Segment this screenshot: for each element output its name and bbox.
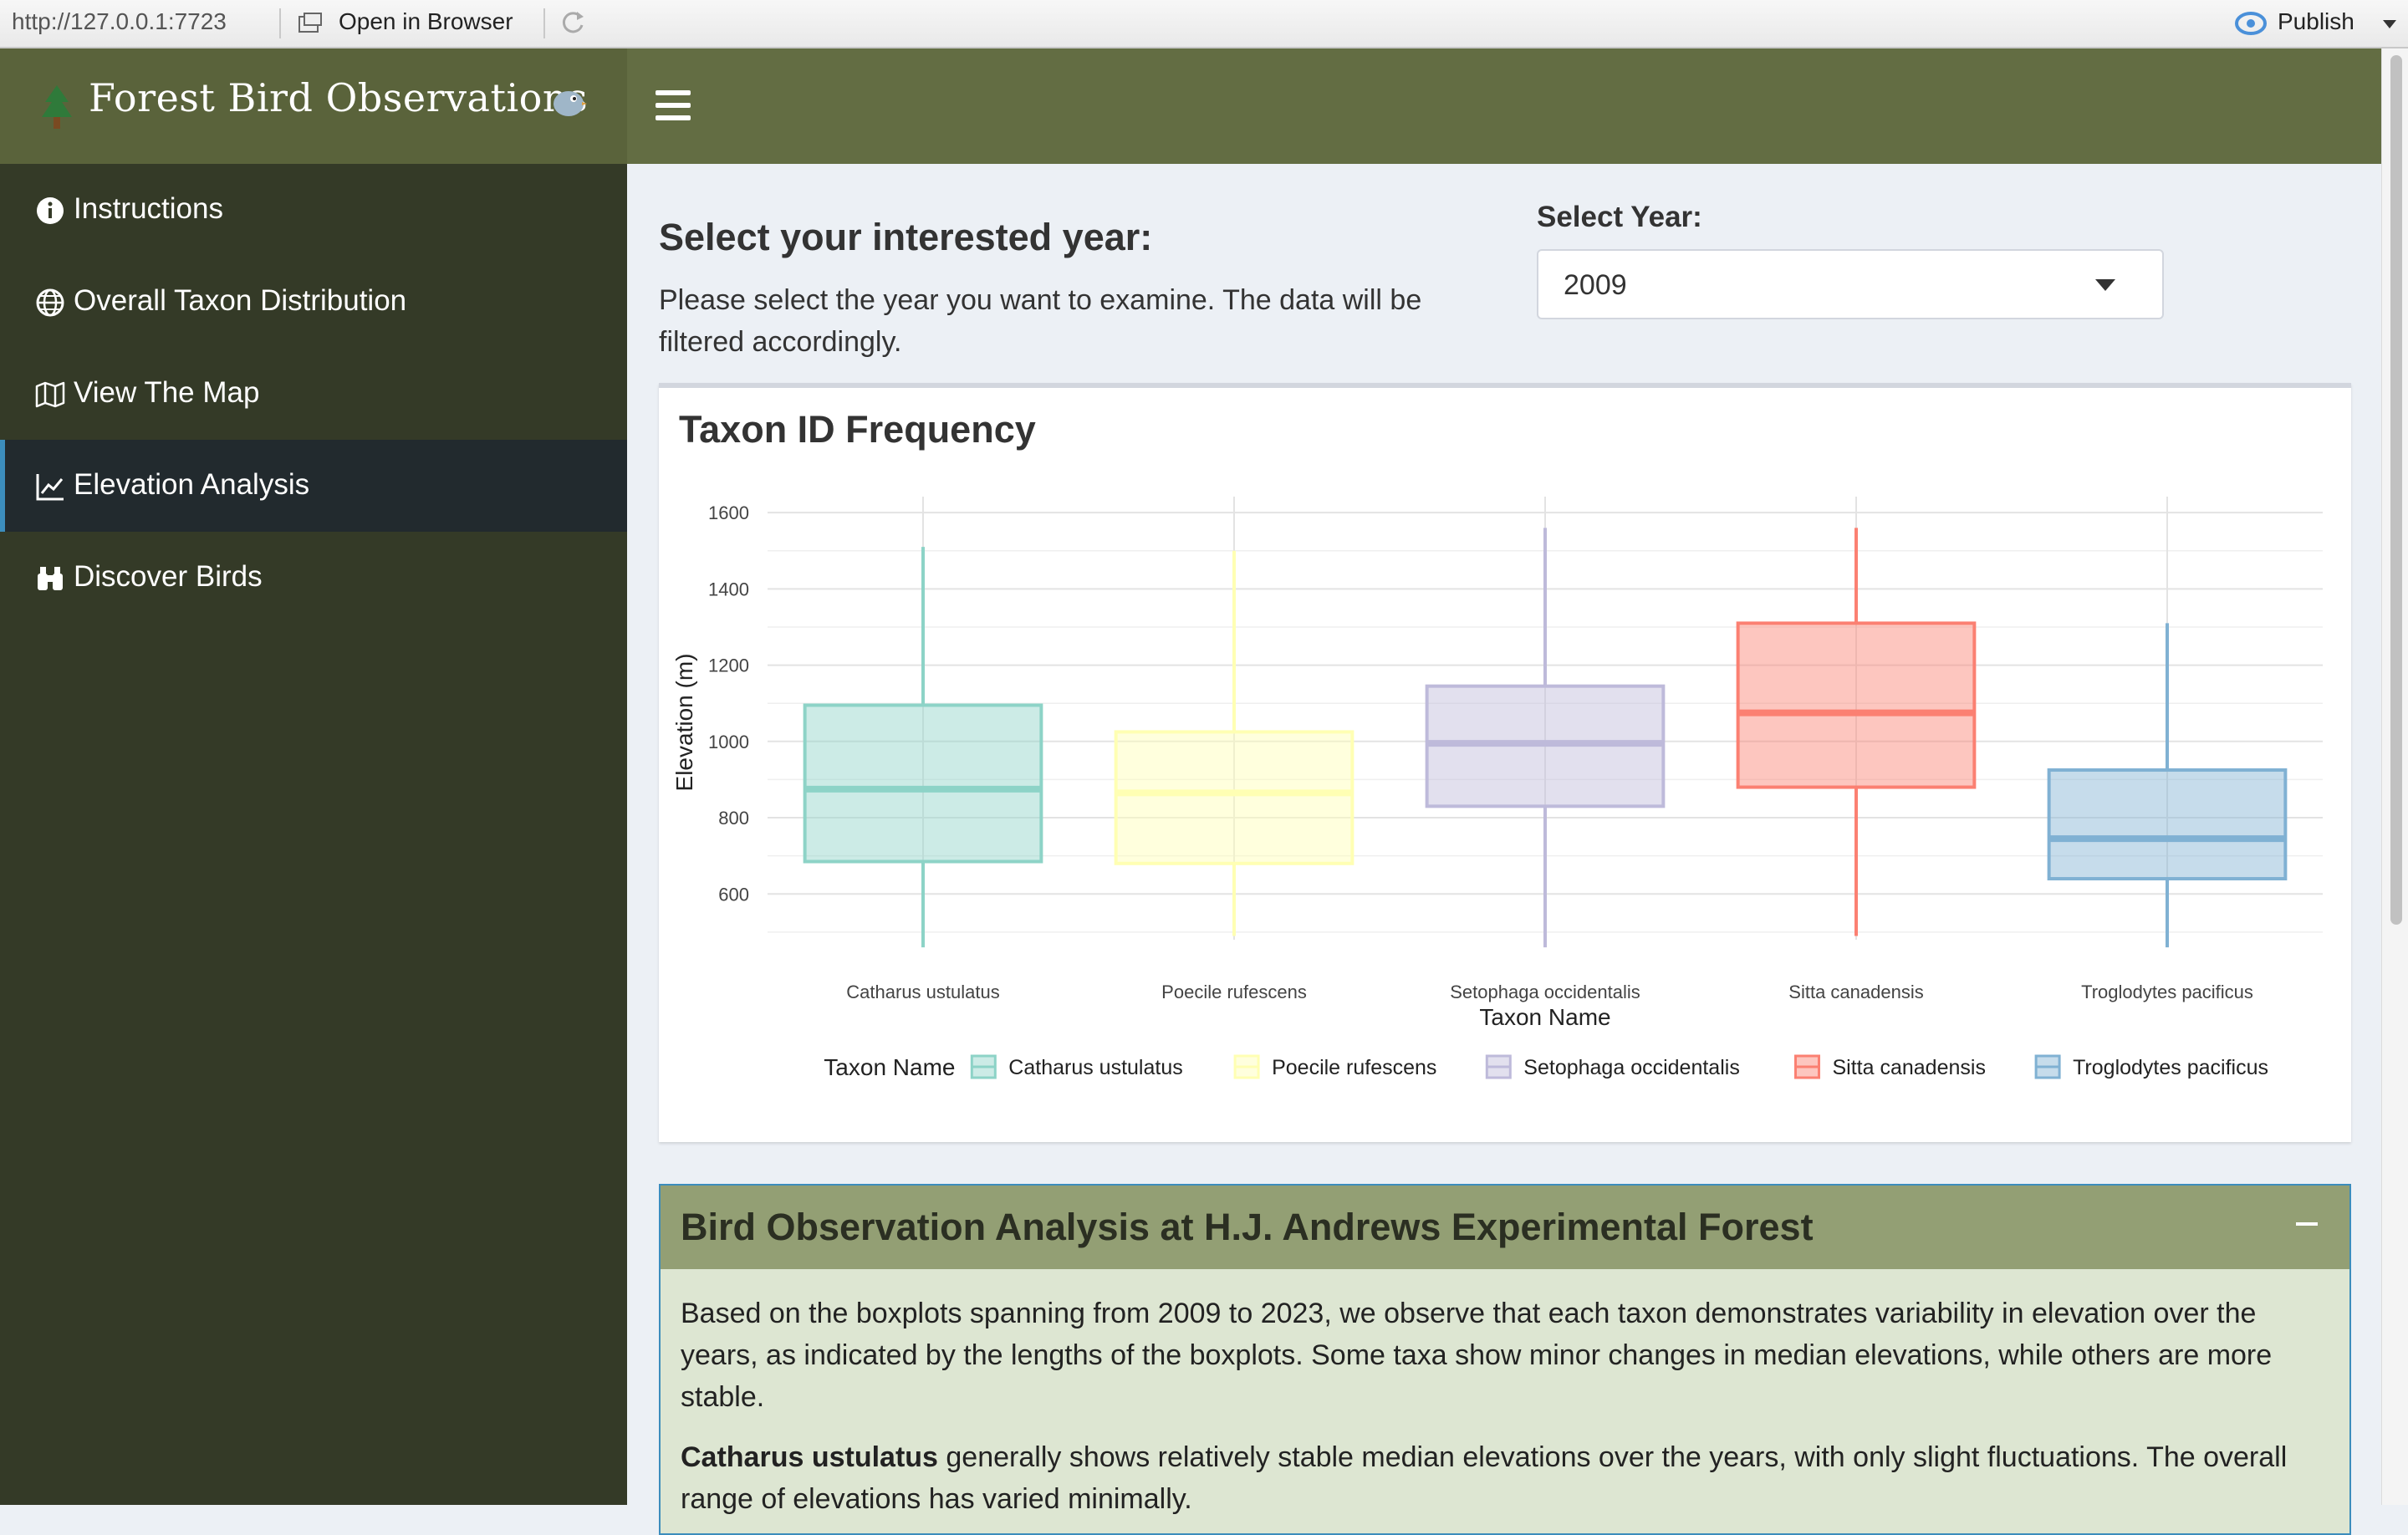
brand[interactable]: Forest Bird Observations xyxy=(0,48,627,164)
boxplot-box xyxy=(1736,621,1977,789)
sidebar-item-label: Discover Birds xyxy=(74,560,263,593)
viewer-toolbar: http://127.0.0.1:7723 Open in Browser Pu… xyxy=(0,0,2408,48)
x-axis-label: Taxon Name xyxy=(1479,1004,1610,1030)
analysis-paragraph: Based on the boxplots spanning from 2009… xyxy=(681,1298,2273,1413)
sidebar-toggle-button[interactable] xyxy=(656,89,691,122)
url-display[interactable]: http://127.0.0.1:7723 xyxy=(12,8,227,35)
year-section-description: Please select the year you want to exami… xyxy=(659,284,1422,358)
binoculars-icon xyxy=(38,567,63,590)
chevron-down-icon xyxy=(2095,279,2115,291)
sidebar-item-discover-birds[interactable]: Discover Birds xyxy=(0,532,627,624)
y-tick-label: 1000 xyxy=(708,732,749,752)
toolbar-divider xyxy=(279,8,281,38)
y-axis-label: Elevation (m) xyxy=(671,654,697,792)
y-tick-label: 1200 xyxy=(708,655,749,676)
x-tick-label: Poecile rufescens xyxy=(1161,982,1307,1002)
globe-icon xyxy=(36,288,64,317)
sidebar-item-label: View The Map xyxy=(74,376,260,409)
sidebar-item-instructions[interactable]: Instructions xyxy=(0,164,627,256)
publish-button[interactable]: Publish xyxy=(2278,8,2354,35)
y-tick-label: 800 xyxy=(718,808,749,829)
sidebar-item-overall-taxon-distribution[interactable]: Overall Taxon Distribution xyxy=(0,256,627,348)
x-tick-label: Setophaga occidentalis xyxy=(1450,982,1640,1002)
legend-label: Setophaga occidentalis xyxy=(1523,1056,1740,1079)
sidebar-item-label: Overall Taxon Distribution xyxy=(74,284,407,317)
y-tick-label: 600 xyxy=(718,884,749,905)
scrollbar-thumb[interactable] xyxy=(2390,55,2402,925)
sidebar-item-view-the-map[interactable]: View The Map xyxy=(0,348,627,440)
line-chart-icon xyxy=(36,474,64,501)
boxplot-box xyxy=(2047,768,2288,881)
analysis-title: Bird Observation Analysis at H.J. Andrew… xyxy=(681,1206,1814,1248)
info-circle-icon xyxy=(37,197,64,224)
tree-icon xyxy=(42,85,72,129)
analysis-box: Bird Observation Analysis at H.J. Andrew… xyxy=(659,1184,2351,1535)
map-icon xyxy=(35,381,65,408)
x-tick-label: Catharus ustulatus xyxy=(846,982,999,1002)
boxplot-box xyxy=(1114,730,1354,865)
sidebar-item-label: Instructions xyxy=(74,192,223,225)
elevation-boxplot-chart: 600 800 1000 1200 1400 1600 Elevation (m) Catha… xyxy=(671,497,2323,1080)
sidebar: Instructions Overall Taxon Distribution … xyxy=(0,164,627,1505)
sidebar-item-elevation-analysis[interactable]: Elevation Analysis xyxy=(0,440,627,532)
publish-icon[interactable] xyxy=(2234,10,2268,37)
legend-label: Troglodytes pacificus xyxy=(2073,1056,2268,1079)
legend-label: Poecile rufescens xyxy=(1272,1056,1436,1079)
legend-label: Sitta canadensis xyxy=(1833,1056,1986,1079)
year-select-value: 2009 xyxy=(1564,269,1627,301)
page-scrollbar[interactable] xyxy=(2381,48,2408,1505)
y-tick-label: 1600 xyxy=(708,502,749,523)
analysis-box-header: Bird Observation Analysis at H.J. Andrew… xyxy=(661,1186,2349,1269)
toolbar-divider xyxy=(543,8,545,38)
open-in-browser-button[interactable]: Open in Browser xyxy=(339,8,513,35)
collapse-icon[interactable] xyxy=(2296,1222,2318,1226)
open-in-browser-icon[interactable] xyxy=(298,12,323,35)
app-title: Forest Bird Observations xyxy=(89,75,589,120)
year-select-label: Select Year: xyxy=(1537,201,1702,233)
x-tick-label: Troglodytes pacificus xyxy=(2081,982,2253,1002)
legend-label: Catharus ustulatus xyxy=(1008,1056,1182,1079)
sidebar-item-label: Elevation Analysis xyxy=(74,468,310,501)
year-section-heading: Select your interested year: xyxy=(659,216,1153,258)
analysis-paragraph: Catharus ustulatus generally shows relat… xyxy=(681,1436,2319,1520)
y-tick-label: 1400 xyxy=(708,579,749,599)
taxon-name-bold: Catharus ustulatus xyxy=(681,1441,938,1473)
app-header: Forest Bird Observations xyxy=(0,48,2381,164)
year-select[interactable]: 2009 xyxy=(1537,249,2164,319)
publish-dropdown-caret-icon[interactable] xyxy=(2383,20,2396,28)
x-tick-label: Sitta canadensis xyxy=(1788,982,1923,1002)
refresh-icon[interactable] xyxy=(559,8,587,37)
legend-title: Taxon Name xyxy=(824,1054,955,1080)
main-content: Select your interested year: Please sele… xyxy=(627,164,2381,1535)
bird-icon xyxy=(554,91,587,116)
chart-box: Taxon ID Frequency 600 800 1000 1200 1400 160… xyxy=(659,383,2351,1142)
boxplot-box xyxy=(803,703,1043,864)
